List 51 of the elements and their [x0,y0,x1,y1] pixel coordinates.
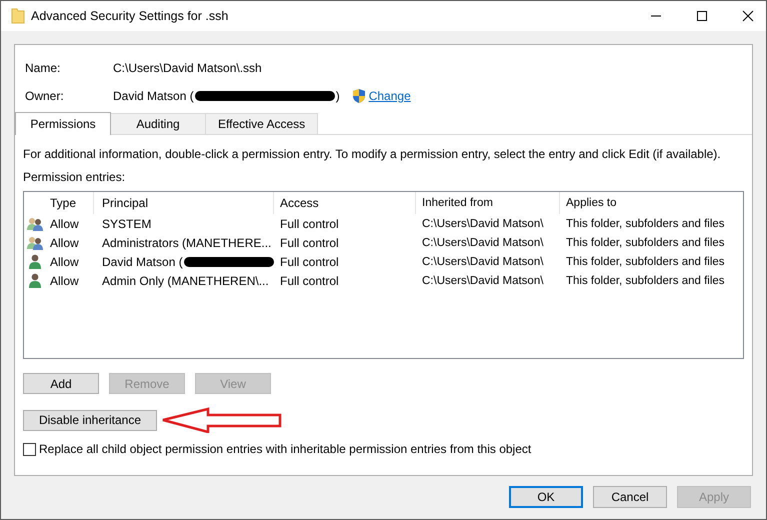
table-cell-text: Full control [279,274,340,288]
table-cell-text: Full control [279,236,340,250]
owner-label: Owner: [25,89,65,103]
table-cell-text: C:\Users\David Matson\ [421,236,544,248]
user-icon [29,273,41,288]
dialog-button[interactable]: Cancel [593,486,667,508]
table-cell-text: C:\Users\David Matson\ [421,274,544,286]
owner-value: David Matson ( [113,89,194,103]
user-group-icon [27,236,43,250]
column-header[interactable]: Type [46,192,94,214]
folder-icon [11,8,25,24]
name-value: C:\Users\David Matson\.ssh [113,61,262,75]
table-cell-text: Allow [49,254,80,268]
dialog-button[interactable]: OK [509,486,583,508]
table-cell: Admin Only (MANETHEREN\... [102,274,269,288]
shield-icon [352,88,366,104]
checkbox-label: Replace all child object permission entries with inheritable permission entries from this object [39,442,532,456]
close-icon[interactable] [742,10,754,22]
table-cell-text: C:\Users\David Matson\ [421,218,544,230]
tab[interactable]: Auditing [110,113,206,134]
user-group-icon [27,216,43,230]
table-cell-text: Allow [49,236,80,250]
owner-value-end: ) [336,89,340,103]
checkbox[interactable] [23,442,36,456]
column-header[interactable]: Inherited from [416,192,560,214]
table-cell-text: Full control [279,254,340,268]
tab[interactable]: Effective Access [205,113,318,134]
table-cell: Administrators (MANETHERE... [102,236,272,250]
table-cell-text: Allow [49,216,80,230]
column-header[interactable]: Access [274,192,416,214]
table-cell-text: This folder, subfolders and files [565,236,726,248]
table-cell: David Matson ( [102,254,183,268]
change-link[interactable]: Change [368,89,411,103]
table-cell-text: This folder, subfolders and files [565,218,726,230]
table-cell: SYSTEM [102,216,152,230]
window-title: Advanced Security Settings for .ssh [31,9,228,23]
entry-button[interactable]: Add [23,373,99,394]
info-text: For additional information, double-click a permission entry. To modify a permission entry, select the entry and click Edit (if available). [23,147,722,161]
table-cell-text: This folder, subfolders and files [565,274,726,286]
disable-inheritance-button[interactable]: Disable inheritance [23,410,157,430]
table-cell-text: C:\Users\David Matson\ [421,256,544,268]
table-cell-text: Full control [279,216,340,230]
entries-label: Permission entries: [23,170,126,184]
tab[interactable]: Permissions [15,112,111,135]
table-cell-text: Allow [49,274,80,288]
column-header[interactable]: Applies to [560,192,743,214]
maximize-icon[interactable] [696,10,708,22]
column-header[interactable]: Principal [94,192,274,214]
table-cell-text: This folder, subfolders and files [565,256,726,268]
name-label: Name: [25,61,62,75]
user-icon [29,254,41,269]
